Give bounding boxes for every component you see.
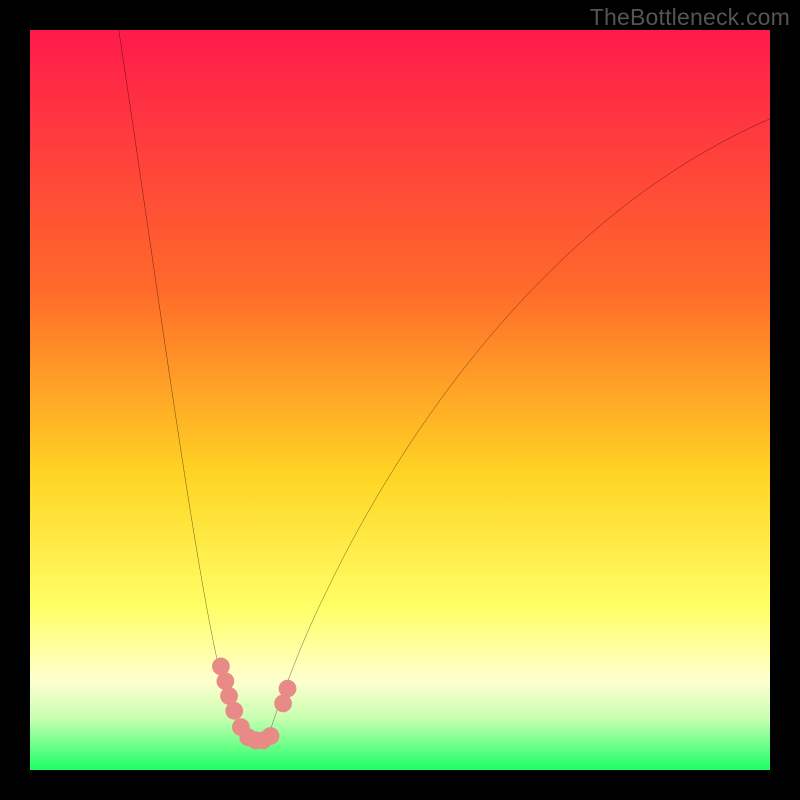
marker-cluster-point [262, 727, 280, 745]
watermark-text: TheBottleneck.com [590, 4, 790, 31]
marker-cluster-point [216, 672, 234, 690]
background-rect [30, 30, 770, 770]
chart-svg [30, 30, 770, 770]
marker-cluster-point [279, 680, 297, 698]
marker-cluster-point [225, 702, 243, 720]
outer-frame: TheBottleneck.com [0, 0, 800, 800]
plot-area [30, 30, 770, 770]
